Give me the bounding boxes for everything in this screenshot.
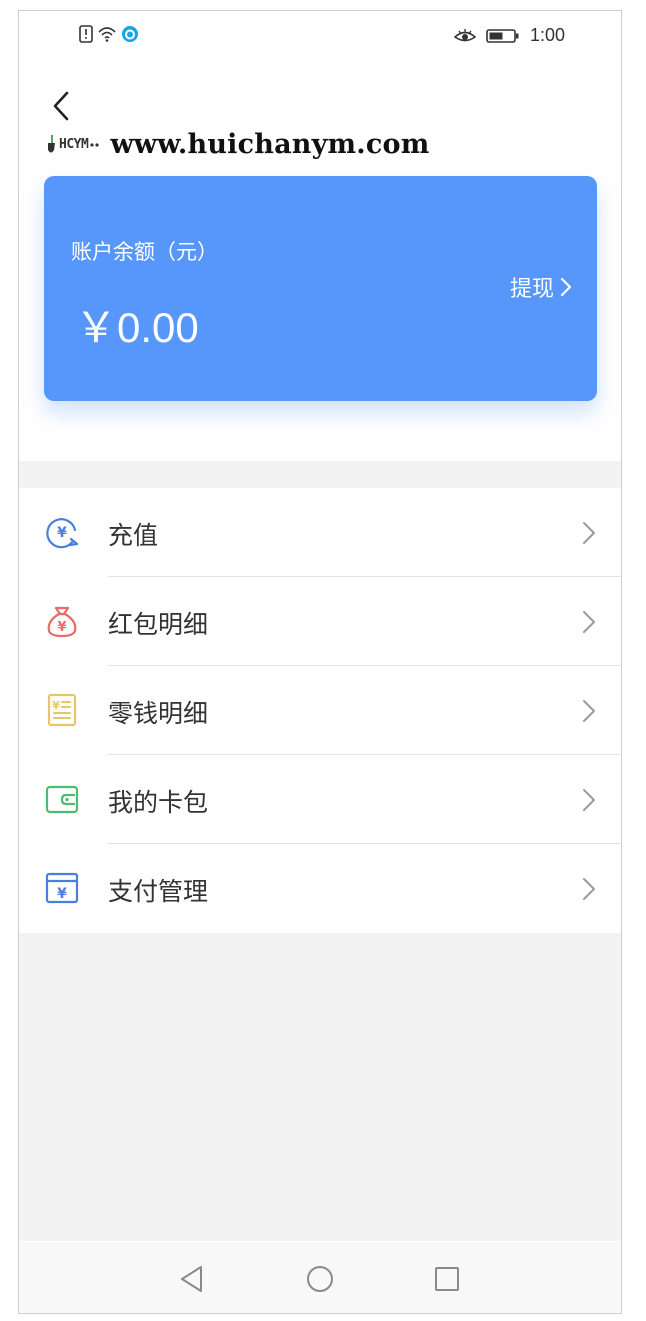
menu-item-label: 我的卡包 [108,788,209,817]
menu-item-label: 支付管理 [108,877,209,906]
withdraw-label: 提现 [509,277,554,302]
svg-text:¥: ¥ [57,886,67,902]
withdraw-button[interactable]: 提现 [510,271,572,303]
menu-item-label: 红包明细 [108,610,209,639]
wallet-icon [45,785,79,814]
balance-label: 账户余额（元） [71,240,218,264]
watermark-logo: HCYM [45,134,100,156]
balance-card: 账户余额（元） ￥0.00 提现 [44,176,597,401]
status-right-icons: 1:00 [453,25,565,46]
system-nav-bar [19,1242,621,1313]
chevron-right-icon [583,700,595,722]
payment-icon: ¥ [45,872,79,904]
svg-text:¥: ¥ [52,699,60,712]
menu-item-payment-management[interactable]: ¥ 支付管理 [19,844,621,933]
watermark-logo-text: HCYM [59,137,89,152]
menu-item-label: 零钱明细 [108,699,209,728]
phone-screen: 1:00 HCYM www.huichanym.com 账户余额（元） ￥0.0… [18,10,622,1314]
nav-home-icon[interactable] [304,1263,336,1295]
menu-item-change-details[interactable]: ¥ 零钱明细 [19,666,621,755]
logo-dots-icon [90,142,99,147]
balance-amount: ￥0.00 [75,304,199,351]
watermark: HCYM www.huichanym.com [45,129,430,160]
nav-back-icon[interactable] [176,1263,208,1295]
eye-comfort-icon [453,28,476,41]
menu-item-red-packet-details[interactable]: ¥ 红包明细 [19,577,621,666]
svg-text:¥: ¥ [57,525,67,541]
status-time: 1:00 [529,25,565,45]
status-bar: 1:00 [19,11,621,61]
ledger-icon: ¥ [47,693,77,727]
chevron-right-icon [583,611,595,633]
battery-icon [486,28,519,43]
status-left-icons [79,25,139,43]
svg-text:¥: ¥ [57,620,66,635]
chevron-right-icon [583,522,595,544]
menu-item-label: 充值 [108,521,159,550]
menu-item-my-card-wallet[interactable]: 我的卡包 [19,755,621,844]
chevron-right-icon [583,789,595,811]
app-notification-icon [122,26,138,42]
shovel-icon [48,134,55,152]
wifi-icon [98,27,116,42]
recharge-icon: ¥ [46,518,79,549]
money-bag-icon: ¥ [47,606,77,638]
back-arrow-icon[interactable] [47,89,77,123]
chevron-right-icon [560,277,572,297]
watermark-url: www.huichanym.com [110,129,430,160]
chevron-right-icon [583,878,595,900]
wallet-menu: ¥ 充值 ¥ 红包明细 ¥ 零钱明细 我的卡包 ¥ 支付管理 [19,488,621,933]
notification-alert-icon [79,25,93,43]
nav-recents-icon[interactable] [431,1263,463,1295]
menu-item-recharge[interactable]: ¥ 充值 [19,488,621,577]
